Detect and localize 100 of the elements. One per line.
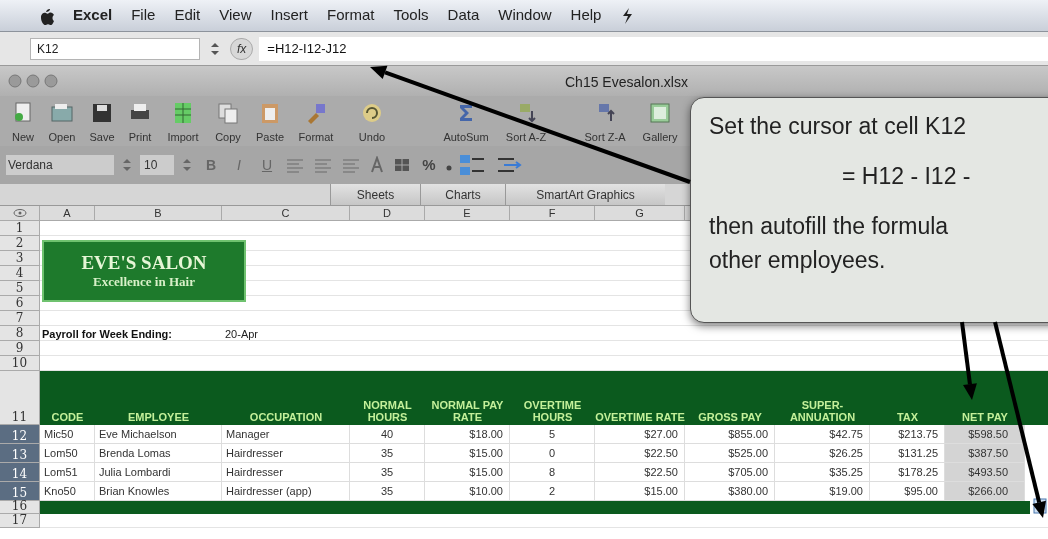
logo-subtitle: Excellence in Hair	[93, 274, 195, 290]
table-cell: $525.00	[685, 444, 775, 463]
font-field[interactable]: Verdana	[6, 155, 114, 175]
column-heading: EMPLOYEE	[126, 410, 191, 425]
percent-button[interactable]: %	[418, 153, 440, 177]
column-header[interactable]: F	[510, 206, 595, 220]
toolbar-button[interactable]: Sort Z-A	[575, 101, 635, 144]
menu-item[interactable]: Insert	[270, 4, 308, 27]
column-header[interactable]: D	[350, 206, 425, 220]
table-cell: $266.00	[945, 482, 1025, 501]
table-cell: $27.00	[595, 425, 685, 444]
row-header[interactable]: 9	[0, 341, 40, 356]
align-icon	[284, 156, 306, 174]
row-header[interactable]: 11	[0, 371, 40, 425]
callout-text: then autofill the formula	[709, 212, 950, 241]
toolbar-button[interactable]: Print	[122, 101, 158, 144]
menu-item[interactable]: Format	[327, 4, 375, 27]
menu-item[interactable]: Excel	[73, 4, 113, 27]
toolbar-button[interactable]: Undo	[342, 101, 402, 144]
toolbar-button[interactable]: Copy	[208, 101, 248, 144]
row-header[interactable]: 15	[0, 482, 40, 501]
formula-field[interactable]: =H12-I12-J12	[259, 36, 1048, 61]
align-icon	[312, 156, 334, 174]
table-cell: $18.00	[425, 425, 510, 444]
column-heading: TAX	[895, 410, 920, 425]
column-header[interactable]: G	[595, 206, 685, 220]
row-header[interactable]: 7	[0, 311, 40, 326]
column-heading: CODE	[50, 410, 85, 425]
table-cell: Manager	[222, 425, 350, 444]
folder-icon	[50, 101, 74, 125]
row-header[interactable]: 5	[0, 281, 40, 296]
menu-item[interactable]: Edit	[174, 4, 201, 27]
row-header[interactable]: 3	[0, 251, 40, 266]
table-cell: $35.25	[775, 463, 870, 482]
align-icon	[340, 156, 362, 174]
window-title: Ch15 Evesalon.xlsx	[565, 73, 688, 92]
table-cell: Mic50	[40, 425, 95, 444]
toolbar-button[interactable]: Gallery	[637, 101, 683, 144]
window-button-icon	[8, 74, 22, 88]
toolbar-button[interactable]: Sort A-Z	[503, 101, 549, 144]
payroll-label: Payroll for Week Ending:	[41, 327, 173, 340]
column-header[interactable]: C	[222, 206, 350, 220]
toolbar-button[interactable]: Open	[42, 101, 82, 144]
table-cell: Hairdresser	[222, 463, 350, 482]
column-header[interactable]: B	[95, 206, 222, 220]
column-heading: NORMAL HOURS	[362, 398, 413, 425]
table-cell: Eve Michaelson	[95, 425, 222, 444]
callout-text: other employees.	[709, 246, 887, 275]
callout-text: = H12 - I12 -	[841, 162, 972, 191]
row-header[interactable]: 4	[0, 266, 40, 281]
table-cell: 8	[510, 463, 595, 482]
row-header[interactable]: 14	[0, 463, 40, 482]
table-cell: $22.50	[595, 444, 685, 463]
toolbar-button[interactable]: Import	[160, 101, 206, 144]
row-header[interactable]: 10	[0, 356, 40, 371]
menu-item[interactable]: Help	[570, 4, 602, 27]
table-cell: 0	[510, 444, 595, 463]
callout-text: Set the cursor at cell K12	[709, 112, 967, 141]
menu-item[interactable]: Window	[498, 4, 552, 27]
table-cell: $387.50	[945, 444, 1025, 463]
ribbon-tab[interactable]: Sheets	[330, 184, 420, 205]
column-heading: OVERTIME RATE	[595, 410, 685, 425]
row-header[interactable]: 1	[0, 221, 40, 236]
menu-item[interactable]: Tools	[393, 4, 429, 27]
table-cell: $26.25	[775, 444, 870, 463]
row-header[interactable]: 13	[0, 444, 40, 463]
column-header[interactable]: A	[40, 206, 95, 220]
table-cell: $493.50	[945, 463, 1025, 482]
toolbar-button[interactable]: New	[6, 101, 40, 144]
table-cell: $42.75	[775, 425, 870, 444]
name-box[interactable]: K12	[30, 37, 200, 60]
table-cell: Hairdresser	[222, 444, 350, 463]
table-cell: 35	[350, 463, 425, 482]
row-header[interactable]: 8	[0, 326, 40, 341]
row-header[interactable]: 6	[0, 296, 40, 311]
toolbar-button[interactable]: Save	[84, 101, 120, 144]
font-size-field[interactable]: 10	[140, 155, 174, 175]
menu-item[interactable]: File	[131, 4, 156, 27]
menu-item[interactable]: View	[219, 4, 252, 27]
row-header[interactable]: 17	[0, 514, 40, 528]
week-ending-value: 20-Apr	[224, 327, 260, 340]
comma-style-icon	[446, 165, 452, 171]
table-cell: $855.00	[685, 425, 775, 444]
column-header[interactable]: E	[425, 206, 510, 220]
table-cell: $15.00	[425, 463, 510, 482]
toolbar-button[interactable]: Format	[292, 101, 340, 144]
ribbon-tab[interactable]: SmartArt Graphics	[505, 184, 665, 205]
select-all-icon	[12, 208, 27, 218]
apple-icon	[38, 6, 54, 25]
function-button[interactable]: fx	[230, 37, 254, 60]
row-header[interactable]: 16	[0, 501, 40, 514]
row-header[interactable]: 12	[0, 425, 40, 444]
toolbar-button[interactable]: AutoSum	[431, 101, 501, 144]
column-heading: OCCUPATION	[248, 410, 324, 425]
table-cell: Brenda Lomas	[95, 444, 222, 463]
menu-item[interactable]: Data	[447, 4, 480, 27]
toolbar-button[interactable]: Paste	[250, 101, 290, 144]
ribbon-tab[interactable]: Charts	[420, 184, 505, 205]
font-color-icon	[368, 156, 386, 174]
row-header[interactable]: 2	[0, 236, 40, 251]
